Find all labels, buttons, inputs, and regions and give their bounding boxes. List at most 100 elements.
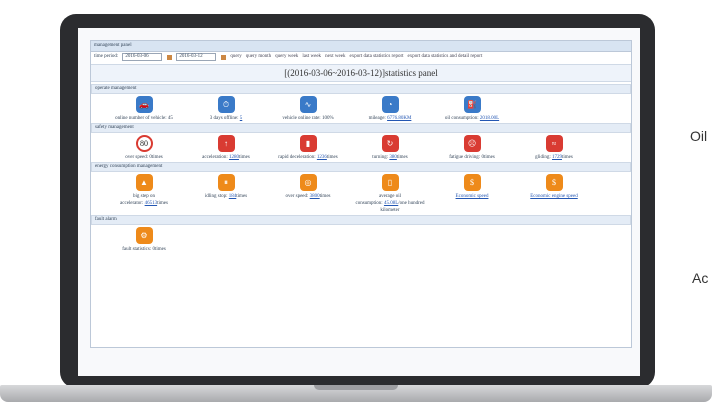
stat-label: big step on xyxy=(103,193,185,200)
clock-icon: ⏱ xyxy=(217,96,235,113)
stat-value-link[interactable]: 2018.00L xyxy=(480,116,499,121)
oil-average-icon: ▯ xyxy=(381,174,399,191)
brake-icon: ▮ xyxy=(299,135,317,152)
section-row: ⚙ fault statistics: 0times xyxy=(91,225,631,253)
section-header: safety management xyxy=(91,123,631,133)
export-stat-button[interactable]: export data statistics report xyxy=(349,52,403,62)
stat-text: /one hundred xyxy=(398,201,425,206)
engine-fault-icon: ⚙ xyxy=(135,227,153,244)
stat-text: oil consumption: xyxy=(444,116,480,121)
stat-text: 3 days offline: xyxy=(209,116,240,121)
calendar-icon[interactable] xyxy=(221,54,227,60)
query-button[interactable]: query xyxy=(230,52,241,62)
chart-icon: ∿ xyxy=(299,96,317,113)
section-header: operate management xyxy=(91,84,631,94)
stat-value-link[interactable]: 5 xyxy=(240,116,243,121)
stat-text: average oil xyxy=(378,194,402,199)
stat-label: acceleration: 1280times xyxy=(185,154,267,161)
stat-text: 45 xyxy=(167,116,173,121)
stat-value-link[interactable]: 1236 xyxy=(317,155,327,160)
stat-cell: ▲ big step on accelerator: 46513times xyxy=(103,172,185,214)
stat-value-link[interactable]: Economic speed xyxy=(456,194,489,199)
stat-text: vehicle online rate: xyxy=(282,116,322,121)
stat-label: gliding: 1729times xyxy=(513,154,595,161)
date-from-input[interactable]: 2016-03-06 xyxy=(122,53,163,61)
stat-text: kilometer xyxy=(380,208,400,213)
stat-text: fault statistics: xyxy=(122,247,153,252)
laptop-notch xyxy=(314,385,398,390)
stat-label: fault statistics: 0times xyxy=(103,246,185,253)
date-to-input[interactable]: 2016-03-12 xyxy=(176,53,217,61)
query-month-button[interactable]: query month xyxy=(246,52,271,62)
toolbar: time period: 2016-03-06 2016-03-12 query… xyxy=(91,52,631,62)
stat-text: idling stop: xyxy=(204,194,229,199)
stat-label: Economic engine speed xyxy=(513,193,595,200)
stat-value-link[interactable]: 46513 xyxy=(145,201,158,206)
stat-label: kilometer xyxy=(349,207,431,214)
side-text-ac: Ac xyxy=(692,270,709,286)
economic-speed-icon: $ xyxy=(463,174,481,191)
sections-container: operate management 🚗 online number of vehi… xyxy=(91,84,631,253)
economic-engine-icon: $ xyxy=(545,174,563,191)
stat-value-link[interactable]: Economic engine speed xyxy=(530,194,577,199)
car-icon: 🚗 xyxy=(135,96,153,113)
stat-cell: 🚗 online number of vehicle: 45 xyxy=(103,94,185,122)
section-row: 80 over speed: 0times ↑ acceleration: 1280t… xyxy=(91,133,631,161)
stat-cell: ↻ turning: 380times xyxy=(349,133,431,161)
calendar-icon[interactable] xyxy=(167,54,173,60)
stat-value-link[interactable]: 1729 xyxy=(552,155,562,160)
stat-cell: $ Economic engine speed xyxy=(513,172,595,214)
stat-value-link[interactable]: 3800 xyxy=(310,194,320,199)
export-detail-button[interactable]: export data statistics and detail report xyxy=(408,52,483,62)
stat-text: times xyxy=(157,201,168,206)
stat-text: 0times xyxy=(481,155,495,160)
big-step-icon: ▲ xyxy=(135,174,153,191)
stat-cell: ⛽ oil consumption: 2018.00L xyxy=(431,94,513,122)
statistics-title: [(2016-03-06~2016-03-12)]statistics pane… xyxy=(91,64,631,82)
fuel-pump-icon: ⛽ xyxy=(463,96,481,113)
stat-label: online number of vehicle: 45 xyxy=(103,115,185,122)
stat-label: rapid deceleration: 1236times xyxy=(267,154,349,161)
side-text-oil: Oil xyxy=(690,128,708,144)
stat-cell: ∿ vehicle online rate: 100% xyxy=(267,94,349,122)
stat-text: big step on xyxy=(133,194,155,199)
stat-label: fatigue driving: 0times xyxy=(431,154,513,161)
odometer-icon: ◔ xyxy=(381,96,399,113)
stat-cell: ☹ fatigue driving: 0times xyxy=(431,133,513,161)
fatigue-icon: ☹ xyxy=(463,135,481,152)
stat-text: 0times xyxy=(149,155,163,160)
idling-icon: ⏸ xyxy=(217,174,235,191)
acceleration-icon: ↑ xyxy=(217,135,235,152)
stat-label: vehicle online rate: 100% xyxy=(267,115,349,122)
stat-cell: ◎ over speed: 3800times xyxy=(267,172,349,214)
stat-label: oil consumption: 2018.00L xyxy=(431,115,513,122)
over-speed-gauge-icon: ◎ xyxy=(299,174,317,191)
stat-text: fatigue driving: xyxy=(449,155,482,160)
section-row: 🚗 online number of vehicle: 45 ⏱ 3 days off… xyxy=(91,94,631,122)
stat-cell: ↑ acceleration: 1280times xyxy=(185,133,267,161)
speed-limit-80-icon: 80 xyxy=(135,135,153,152)
stat-label: mileage: 6776.80KM xyxy=(349,115,431,122)
stat-cell: ⏱ 3 days offline: 5 xyxy=(185,94,267,122)
section-row: ▲ big step on accelerator: 46513times ⏸ idli… xyxy=(91,172,631,214)
stat-text: consumption: xyxy=(355,201,384,206)
gliding-icon: ≈ xyxy=(545,135,563,152)
stat-value-link[interactable]: 6776.80KM xyxy=(387,116,411,121)
stat-label: consumption: 45.08L/one hundred xyxy=(349,200,431,207)
stat-label: Economic speed xyxy=(431,193,513,200)
query-week-button[interactable]: query week xyxy=(275,52,298,62)
stat-label: over speed: 3800times xyxy=(267,193,349,200)
stat-cell: ▮ rapid deceleration: 1236times xyxy=(267,133,349,161)
turning-icon: ↻ xyxy=(381,135,399,152)
stat-text: times xyxy=(326,155,338,160)
stat-text: over speed: xyxy=(125,155,150,160)
stat-text: accelerator: xyxy=(120,201,145,206)
next-week-button[interactable]: next week xyxy=(325,52,345,62)
stat-label: idling stop: 184times xyxy=(185,193,267,200)
stat-label: accelerator: 46513times xyxy=(103,200,185,207)
last-week-button[interactable]: last week xyxy=(302,52,321,62)
stat-value-link[interactable]: 45.08L xyxy=(384,201,398,206)
stat-cell: ≈ gliding: 1729times xyxy=(513,133,595,161)
stat-value-link[interactable]: 1280 xyxy=(229,155,239,160)
stat-value-link[interactable]: 380 xyxy=(389,155,397,160)
